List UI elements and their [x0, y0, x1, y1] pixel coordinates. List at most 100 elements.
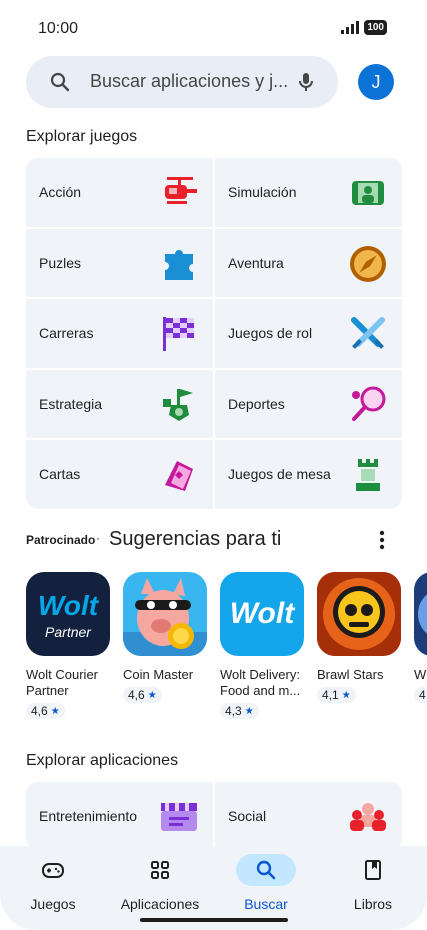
- compass-icon: [350, 245, 386, 282]
- planet-illustration: [418, 594, 427, 634]
- nav-icon-container: [130, 854, 190, 886]
- category-label: Aventura: [228, 254, 284, 271]
- status-time: 10:00: [38, 20, 79, 37]
- app-card[interactable]: Coin Master 4,6 ★: [123, 572, 213, 704]
- category-label: Cartas: [39, 466, 81, 482]
- search-bar[interactable]: Buscar aplicaciones y j...: [26, 56, 338, 108]
- nav-aplicaciones[interactable]: Aplicaciones: [107, 854, 213, 918]
- book-icon: [365, 860, 381, 880]
- coin-master-icon: [123, 572, 207, 656]
- app-name: Brawl Stars: [317, 667, 384, 682]
- category-label: Estrategia: [39, 395, 103, 412]
- app-card[interactable]: Wolt Wolt Delivery: Food and m... 4,3 ★: [220, 572, 310, 720]
- app-rating: 4,6 ★: [26, 703, 65, 719]
- category-cartas[interactable]: Cartas: [26, 440, 213, 509]
- gamepad-icon: [42, 863, 64, 878]
- app-rating: 4,1 ★: [317, 687, 356, 703]
- app-categories-grid: Entretenimiento Social: [26, 782, 402, 850]
- category-estrategia[interactable]: Estrategia: [26, 369, 213, 438]
- chess-rook-icon: [356, 459, 380, 491]
- signal-icon: [341, 21, 360, 34]
- category-label: Puzles: [39, 254, 82, 271]
- cards-icon: [165, 461, 193, 491]
- clapperboard-icon: [161, 803, 197, 831]
- app-name: Coin Master: [123, 667, 194, 682]
- nav-juegos[interactable]: Juegos: [0, 854, 106, 918]
- rating-value: 4: [419, 688, 426, 702]
- explore-apps-title: Explorar aplicaciones: [26, 752, 179, 769]
- suggestions-title: Sugerencias para ti: [109, 528, 282, 550]
- category-juegos-de-rol[interactable]: Juegos de rol: [215, 299, 402, 368]
- wolt-partner-icon: Wolt Partner: [26, 572, 110, 656]
- rating-value: 4,6: [31, 704, 48, 718]
- rating-value: 4,1: [322, 688, 339, 702]
- category-label: Juegos de mesa: [228, 466, 331, 482]
- star-icon: ★: [244, 705, 254, 717]
- search-input[interactable]: Buscar aplicaciones y j...: [90, 71, 290, 92]
- suggested-apps-row: Wolt Partner Wolt Courier Partner 4,6 ★ C…: [26, 572, 427, 732]
- star-icon: ★: [341, 689, 351, 701]
- icon-wordmark: Wolt: [37, 590, 99, 621]
- app-rating: 4: [414, 687, 427, 703]
- app-rating: 4,6 ★: [123, 687, 162, 703]
- icon-subtitle: Partner: [45, 624, 91, 640]
- more-options-icon[interactable]: [372, 528, 392, 552]
- category-simulacion[interactable]: Simulación: [215, 158, 402, 227]
- app-name: Wolt Delivery: Food and m...: [220, 667, 301, 698]
- rating-value: 4,6: [128, 688, 145, 702]
- category-social[interactable]: Social: [215, 782, 402, 850]
- nav-icon-container: [23, 854, 83, 886]
- skull-illustration: [317, 572, 401, 656]
- microphone-icon[interactable]: [294, 70, 318, 94]
- category-label: Deportes: [228, 395, 285, 412]
- pig-illustration: [123, 578, 207, 656]
- category-label: Carreras: [39, 325, 94, 341]
- nav-label: Aplicaciones: [120, 896, 200, 912]
- rating-value: 4,3: [225, 704, 242, 718]
- battery-indicator: 100: [364, 20, 387, 35]
- app-card[interactable]: Wh Su 4: [414, 572, 427, 704]
- category-juegos-de-mesa[interactable]: Juegos de mesa: [215, 440, 402, 509]
- category-aventura[interactable]: Aventura: [215, 228, 402, 297]
- app-name: Wolt Courier Partner: [26, 667, 99, 698]
- nav-icon-container: [236, 854, 296, 886]
- category-label: Simulación: [228, 184, 297, 200]
- separator-dot: ·: [96, 531, 100, 545]
- nav-label: Libros: [353, 896, 393, 912]
- simulation-icon: [352, 181, 384, 205]
- category-accion[interactable]: Acción: [26, 158, 213, 227]
- category-label: Entretenimiento: [39, 808, 138, 824]
- category-label: Acción: [39, 184, 82, 200]
- category-entretenimiento[interactable]: Entretenimiento: [26, 782, 213, 850]
- star-icon: ★: [147, 689, 157, 701]
- nav-label: Juegos: [30, 896, 76, 912]
- sponsored-label: Patrocinado: [26, 533, 96, 547]
- checkered-flag-icon: [163, 317, 194, 351]
- crossed-swords-icon: [351, 317, 385, 349]
- status-bar: 10:00 100: [0, 0, 427, 56]
- star-icon: ★: [50, 705, 60, 717]
- app-card[interactable]: Brawl Stars 4,1 ★: [317, 572, 407, 704]
- category-label: Social: [228, 808, 267, 824]
- category-label: Juegos de rol: [228, 325, 313, 341]
- strategy-flag-icon: [163, 388, 193, 421]
- nav-icon-container: [343, 854, 403, 886]
- app-name: Wh Su: [414, 667, 427, 682]
- nav-libros[interactable]: Libros: [320, 854, 426, 918]
- apps-grid-icon: [151, 861, 169, 879]
- app-rating: 4,3 ★: [220, 703, 259, 719]
- account-avatar[interactable]: J: [358, 64, 394, 100]
- explore-games-title: Explorar juegos: [26, 128, 138, 145]
- helicopter-icon: [165, 177, 197, 204]
- category-puzles[interactable]: Puzles: [26, 228, 213, 297]
- category-carreras[interactable]: Carreras: [26, 299, 213, 368]
- wolt-delivery-icon: Wolt: [220, 572, 304, 656]
- icon-wordmark: Wolt: [229, 597, 295, 630]
- category-deportes[interactable]: Deportes: [215, 369, 402, 438]
- brawl-stars-icon: [317, 572, 401, 656]
- nav-buscar[interactable]: Buscar: [213, 854, 319, 918]
- home-indicator[interactable]: [140, 918, 288, 922]
- puzzle-icon: [165, 249, 193, 280]
- app-card[interactable]: Wolt Partner Wolt Courier Partner 4,6 ★: [26, 572, 116, 720]
- nav-label: Buscar: [244, 896, 288, 912]
